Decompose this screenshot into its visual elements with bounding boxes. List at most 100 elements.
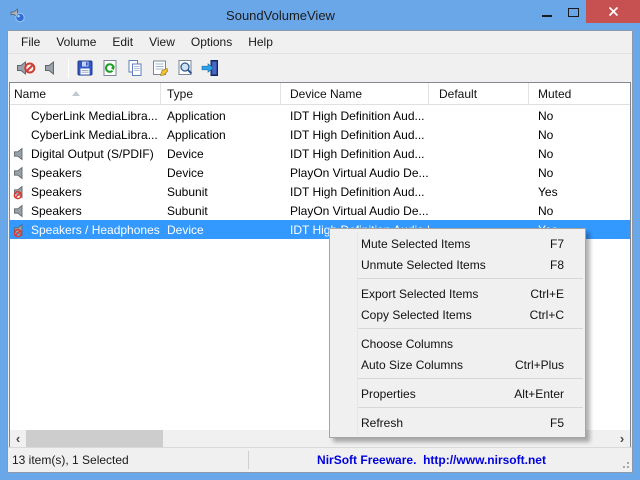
menu-item-label: Properties xyxy=(361,387,416,401)
context-menu-item-export[interactable]: Export Selected Items Ctrl+E xyxy=(330,283,585,304)
cell-type: Device xyxy=(161,147,281,161)
nirsoft-freeware-link[interactable]: NirSoft Freeware. http://www.nirsoft.net xyxy=(249,453,614,467)
column-header-type[interactable]: Type xyxy=(161,83,281,104)
cell-name: Speakers xyxy=(29,204,82,218)
column-header-device-name[interactable]: Device Name xyxy=(281,83,429,104)
refresh-button[interactable] xyxy=(98,56,122,80)
exit-button[interactable] xyxy=(198,56,222,80)
table-row[interactable]: Speakers Subunit IDT High Definition Aud… xyxy=(10,182,630,201)
close-icon xyxy=(608,6,619,17)
menu-item-label: Unmute Selected Items xyxy=(361,258,486,272)
column-header-muted[interactable]: Muted xyxy=(529,83,630,104)
mute-selected-button[interactable] xyxy=(14,56,38,80)
column-header-label: Default xyxy=(439,87,477,101)
cell-name: Digital Output (S/PDIF) xyxy=(29,147,154,161)
context-menu-item-properties[interactable]: Properties Alt+Enter xyxy=(330,383,585,404)
scroll-left-button[interactable]: ‹ xyxy=(10,430,26,447)
menu-item-shortcut: F7 xyxy=(550,237,564,251)
menu-item-label: Refresh xyxy=(361,416,403,430)
context-menu-item-unmute[interactable]: Unmute Selected Items F8 xyxy=(330,254,585,275)
menu-item-shortcut: Alt+Enter xyxy=(514,387,564,401)
cell-device-name: PlayOn Virtual Audio De... xyxy=(281,204,429,218)
app-speaker-icon[interactable] xyxy=(9,6,27,24)
speaker-icon xyxy=(41,58,61,78)
cell-muted: Yes xyxy=(529,185,630,199)
menu-item-label: Export Selected Items xyxy=(361,287,478,301)
save-report-button[interactable] xyxy=(73,56,97,80)
find-button[interactable] xyxy=(173,56,197,80)
menu-item-shortcut: F5 xyxy=(550,416,564,430)
magnifier-icon xyxy=(175,58,195,78)
cell-type: Application xyxy=(161,109,281,123)
table-row[interactable]: CyberLink MediaLibra... Application IDT … xyxy=(10,125,630,144)
cell-muted: No xyxy=(529,204,630,218)
maximize-button[interactable] xyxy=(560,0,586,23)
cell-type: Device xyxy=(161,166,281,180)
menu-item-shortcut: Ctrl+C xyxy=(530,308,564,322)
menu-item-label: Copy Selected Items xyxy=(361,308,472,322)
menu-item-help[interactable]: Help xyxy=(240,32,281,52)
speaker-muted-icon xyxy=(13,222,29,238)
menu-item-shortcut: Ctrl+Plus xyxy=(515,358,564,372)
cell-name: Speakers xyxy=(29,166,82,180)
properties-icon xyxy=(150,58,170,78)
toolbar xyxy=(8,53,632,82)
refresh-icon xyxy=(100,58,120,78)
menu-separator xyxy=(358,378,583,379)
menubar: File Volume Edit View Options Help xyxy=(8,31,632,53)
speaker-icon xyxy=(13,146,29,162)
minimize-button[interactable] xyxy=(534,0,560,23)
column-header-default[interactable]: Default xyxy=(429,83,529,104)
context-menu-item-copy[interactable]: Copy Selected Items Ctrl+C xyxy=(330,304,585,325)
menu-item-edit[interactable]: Edit xyxy=(104,32,141,52)
menu-item-shortcut: F8 xyxy=(550,258,564,272)
menu-item-view[interactable]: View xyxy=(141,32,183,52)
context-menu: Mute Selected Items F7 Unmute Selected I… xyxy=(329,228,586,438)
scrollbar-thumb[interactable] xyxy=(26,430,163,447)
menu-item-options[interactable]: Options xyxy=(183,32,240,52)
copy-selected-button[interactable] xyxy=(123,56,147,80)
menu-item-file[interactable]: File xyxy=(13,32,48,52)
cell-muted: No xyxy=(529,147,630,161)
titlebar[interactable]: SoundVolumeView xyxy=(0,0,640,30)
floppy-save-icon xyxy=(75,58,95,78)
menu-item-label: Auto Size Columns xyxy=(361,358,463,372)
toolbar-separator xyxy=(68,59,69,78)
menu-item-label: Mute Selected Items xyxy=(361,237,470,251)
maximize-icon xyxy=(568,8,579,17)
cell-muted: No xyxy=(529,109,630,123)
context-menu-item-mute[interactable]: Mute Selected Items F7 xyxy=(330,233,585,254)
resize-grip[interactable] xyxy=(620,459,630,469)
menu-item-shortcut: Ctrl+E xyxy=(530,287,564,301)
scroll-right-button[interactable]: › xyxy=(614,430,630,447)
cell-muted: No xyxy=(529,166,630,180)
cell-device-name: PlayOn Virtual Audio De... xyxy=(281,166,429,180)
table-row[interactable]: Digital Output (S/PDIF) Device IDT High … xyxy=(10,144,630,163)
unmute-selected-button[interactable] xyxy=(39,56,63,80)
cell-type: Device xyxy=(161,223,281,237)
close-button[interactable] xyxy=(586,0,640,23)
menu-item-volume[interactable]: Volume xyxy=(48,32,104,52)
properties-button[interactable] xyxy=(148,56,172,80)
table-row[interactable]: Speakers Subunit PlayOn Virtual Audio De… xyxy=(10,201,630,220)
cell-device-name: IDT High Definition Aud... xyxy=(281,185,429,199)
no-icon xyxy=(12,108,29,124)
speaker-mute-icon xyxy=(16,58,36,78)
context-menu-item-choose-columns[interactable]: Choose Columns xyxy=(330,333,585,354)
table-row[interactable]: Speakers Device PlayOn Virtual Audio De.… xyxy=(10,163,630,182)
menu-separator xyxy=(358,407,583,408)
cell-device-name: IDT High Definition Aud... xyxy=(281,128,429,142)
column-header-label: Device Name xyxy=(290,87,362,101)
menu-separator xyxy=(358,328,583,329)
speaker-icon xyxy=(13,203,29,219)
table-row[interactable]: CyberLink MediaLibra... Application IDT … xyxy=(10,106,630,125)
column-header-label: Type xyxy=(167,87,193,101)
minimize-icon xyxy=(542,15,552,17)
column-header-name[interactable]: Name xyxy=(10,83,161,104)
no-icon xyxy=(12,127,29,143)
context-menu-item-refresh[interactable]: Refresh F5 xyxy=(330,412,585,433)
context-menu-item-auto-size-columns[interactable]: Auto Size Columns Ctrl+Plus xyxy=(330,354,585,375)
cell-name: Speakers xyxy=(29,185,82,199)
cell-device-name: IDT High Definition Aud... xyxy=(281,147,429,161)
app-window: SoundVolumeView File Volume Edit View O xyxy=(0,0,640,480)
